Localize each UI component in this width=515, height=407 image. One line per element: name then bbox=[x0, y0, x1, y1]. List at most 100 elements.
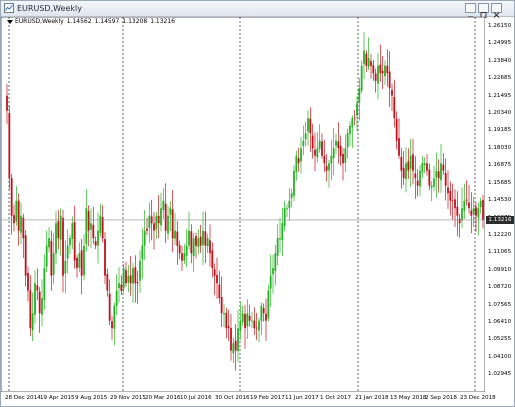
candle-body bbox=[400, 156, 403, 171]
candle-body bbox=[146, 228, 148, 231]
info-symbol: EURUSD,Weekly bbox=[15, 18, 64, 25]
candle-body bbox=[192, 238, 195, 257]
price-label: 1.20340 bbox=[488, 110, 512, 117]
candle-body bbox=[99, 215, 102, 233]
candle-body bbox=[468, 202, 470, 209]
candle-body bbox=[398, 138, 400, 156]
time-label: 19 Feb 2017 bbox=[250, 395, 285, 401]
candle-body bbox=[64, 260, 67, 274]
candle-body bbox=[395, 118, 398, 141]
candle-body bbox=[230, 328, 232, 351]
candle-body bbox=[209, 240, 211, 254]
candle-body bbox=[269, 275, 272, 289]
candle-body bbox=[318, 140, 321, 149]
candle-body bbox=[393, 96, 396, 119]
candle-body bbox=[106, 273, 109, 291]
candle-body bbox=[433, 178, 435, 187]
candle-body bbox=[57, 221, 60, 239]
candle-body bbox=[17, 200, 20, 231]
info-open: 1.14562 bbox=[66, 18, 92, 25]
candle-body bbox=[45, 245, 48, 267]
time-label: 19 Apr 2015 bbox=[40, 395, 75, 401]
candle-body bbox=[118, 283, 120, 289]
candle-body bbox=[85, 208, 88, 244]
price-label: 1.22685 bbox=[488, 74, 512, 81]
candle-body bbox=[251, 320, 253, 322]
chart-icon bbox=[4, 3, 14, 13]
time-label: 29 Nov 2015 bbox=[110, 395, 146, 401]
time-label: 10 Jul 2016 bbox=[180, 395, 212, 401]
candle-body bbox=[337, 141, 340, 149]
candle-body bbox=[143, 230, 146, 246]
candle-body bbox=[274, 253, 277, 272]
candle-body bbox=[206, 238, 209, 247]
candle-body bbox=[328, 163, 330, 171]
candle-body bbox=[279, 238, 281, 240]
candle-body bbox=[283, 208, 286, 227]
candle-body bbox=[129, 275, 132, 284]
candle-body bbox=[167, 215, 169, 234]
candle-body bbox=[169, 208, 172, 215]
candle-body bbox=[260, 305, 263, 321]
candle-body bbox=[108, 293, 111, 321]
candle-body bbox=[358, 88, 361, 103]
candle-body bbox=[323, 156, 326, 164]
candle-body bbox=[227, 326, 230, 329]
ohlc-info: EURUSD,Weekly 1.14562 1.14597 1.13208 1.1321… bbox=[7, 18, 178, 26]
candle-body bbox=[223, 313, 225, 315]
candle-body bbox=[181, 253, 183, 261]
maximize-button[interactable] bbox=[478, 3, 489, 18]
price-label: 1.23840 bbox=[488, 57, 512, 64]
candle-body bbox=[281, 223, 284, 241]
candle-body bbox=[59, 215, 62, 240]
candle-body bbox=[190, 231, 193, 254]
candle-body bbox=[237, 328, 239, 351]
candle-body bbox=[379, 64, 382, 74]
candle-body bbox=[456, 206, 459, 216]
candle-body bbox=[253, 320, 256, 329]
candle-body bbox=[423, 163, 426, 166]
candle-body bbox=[421, 163, 424, 173]
candle-body bbox=[38, 291, 41, 314]
candle-body bbox=[13, 215, 15, 224]
candle-body bbox=[332, 148, 335, 159]
candle-body bbox=[197, 238, 200, 248]
candle-body bbox=[409, 155, 412, 169]
candle-body bbox=[246, 313, 249, 327]
candle-body bbox=[76, 257, 78, 269]
price-axis: 1.26150 1.24995 1.23840 1.22685 1.21495 1.203… bbox=[485, 17, 515, 392]
candle-body bbox=[87, 211, 90, 231]
price-label: 1.19185 bbox=[488, 127, 512, 134]
candle-body bbox=[477, 208, 480, 218]
candle-body bbox=[71, 223, 74, 240]
candle-body bbox=[78, 253, 81, 268]
candle-body bbox=[50, 240, 53, 276]
candle-body bbox=[185, 245, 188, 256]
candle-body bbox=[155, 215, 158, 230]
close-button[interactable] bbox=[491, 3, 502, 18]
candlestick-chart[interactable] bbox=[1, 17, 485, 392]
candle-body bbox=[220, 296, 223, 314]
chart-plot-area bbox=[1, 17, 485, 392]
minimize-button[interactable] bbox=[465, 3, 476, 18]
candle-body bbox=[272, 268, 274, 275]
time-label: 1 Oct 2017 bbox=[320, 395, 352, 401]
candle-body bbox=[451, 200, 454, 202]
candle-body bbox=[43, 268, 46, 300]
time-label: 11 Jun 2017 bbox=[285, 395, 319, 401]
candle-body bbox=[218, 284, 221, 299]
candle-body bbox=[125, 270, 127, 284]
candle-body bbox=[164, 203, 167, 231]
price-label: 1.16875 bbox=[488, 162, 512, 169]
candle-body bbox=[160, 208, 162, 226]
candle-body bbox=[321, 141, 323, 156]
candle-body bbox=[225, 312, 228, 329]
candle-body bbox=[435, 170, 438, 178]
candle-body bbox=[314, 149, 316, 156]
candle-body bbox=[346, 133, 349, 148]
candle-body bbox=[162, 200, 165, 211]
title-bar[interactable]: EURUSD,Weekly bbox=[1, 1, 514, 18]
candle bbox=[8, 105, 11, 190]
price-label: 1.02945 bbox=[488, 371, 512, 377]
chart-window: EURUSD,Weekly EURUSD,Weekly 1.14562 1.1459… bbox=[0, 0, 515, 407]
